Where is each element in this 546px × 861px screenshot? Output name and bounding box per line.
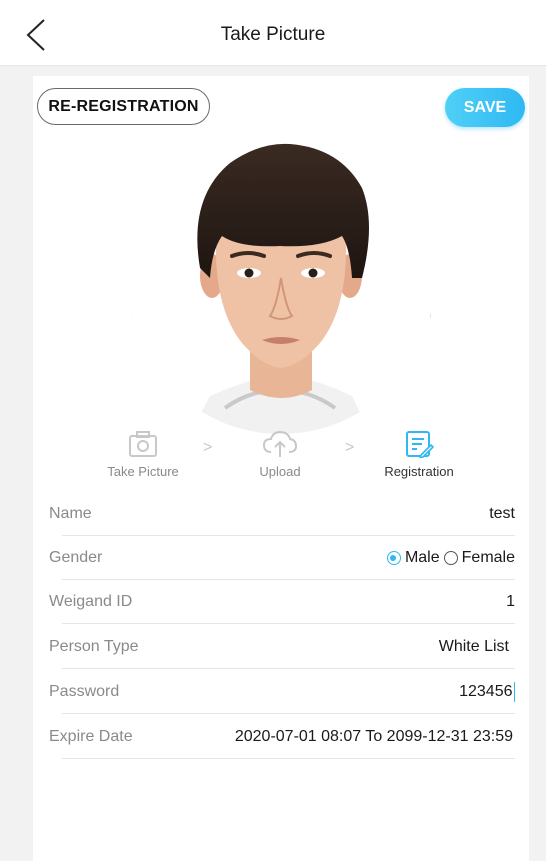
gender-option-female[interactable]: Female xyxy=(443,549,515,567)
form-row-person-type[interactable]: Person Type White List xyxy=(49,625,515,669)
cloud-upload-icon xyxy=(262,430,298,457)
radio-unselected-icon xyxy=(443,551,458,565)
gender-option-label: Female xyxy=(461,549,515,566)
camera-icon xyxy=(129,431,157,457)
weigand-id-value[interactable]: 1 xyxy=(506,580,515,624)
face-photo xyxy=(130,128,432,434)
step-upload: Upload xyxy=(250,430,310,479)
step-label: Registration xyxy=(384,464,454,479)
form-row-name[interactable]: Name test xyxy=(49,492,515,536)
weigand-id-label: Weigand ID xyxy=(49,593,133,610)
re-registration-button[interactable]: RE-REGISTRATION xyxy=(37,88,210,125)
registration-steps: Take Picture > Upload > Registration xyxy=(0,430,546,490)
gender-option-label: Male xyxy=(404,549,440,566)
gender-label: Gender xyxy=(49,549,103,566)
password-label: Password xyxy=(49,683,120,700)
gender-option-male[interactable]: Male xyxy=(386,549,440,567)
step-label: Upload xyxy=(259,464,301,479)
step-label: Take Picture xyxy=(107,464,179,479)
form-row-weigand-id[interactable]: Weigand ID 1 xyxy=(49,580,515,624)
form-row-gender: Gender Male Female xyxy=(49,536,515,580)
text-cursor xyxy=(513,681,515,702)
chevron-right-icon: > xyxy=(203,439,213,456)
password-value: 123456 xyxy=(459,683,513,700)
step-registration: Registration xyxy=(378,430,460,479)
expire-date-value[interactable]: 2020-07-01 08:07 To 2099-12-31 23:59 xyxy=(235,715,513,759)
name-label: Name xyxy=(49,505,92,522)
form-row-password[interactable]: Password 123456 xyxy=(49,670,515,714)
password-field[interactable]: 123456 xyxy=(459,670,515,714)
edit-document-icon xyxy=(406,431,434,458)
chevron-right-icon: > xyxy=(345,439,355,456)
gender-radio-group: Male Female xyxy=(386,536,515,580)
page-title: Take Picture xyxy=(220,24,326,45)
step-take-picture: Take Picture xyxy=(102,430,184,479)
name-value[interactable]: test xyxy=(489,492,515,536)
expire-date-label: Expire Date xyxy=(49,728,133,745)
app-header: Take Picture xyxy=(0,0,546,66)
radio-selected-icon xyxy=(386,551,401,565)
form-row-expire-date[interactable]: Expire Date 2020-07-01 08:07 To 2099-12-… xyxy=(49,715,515,759)
person-type-label: Person Type xyxy=(49,638,139,655)
person-type-value[interactable]: White List xyxy=(439,625,509,669)
save-button[interactable]: SAVE xyxy=(445,88,525,127)
